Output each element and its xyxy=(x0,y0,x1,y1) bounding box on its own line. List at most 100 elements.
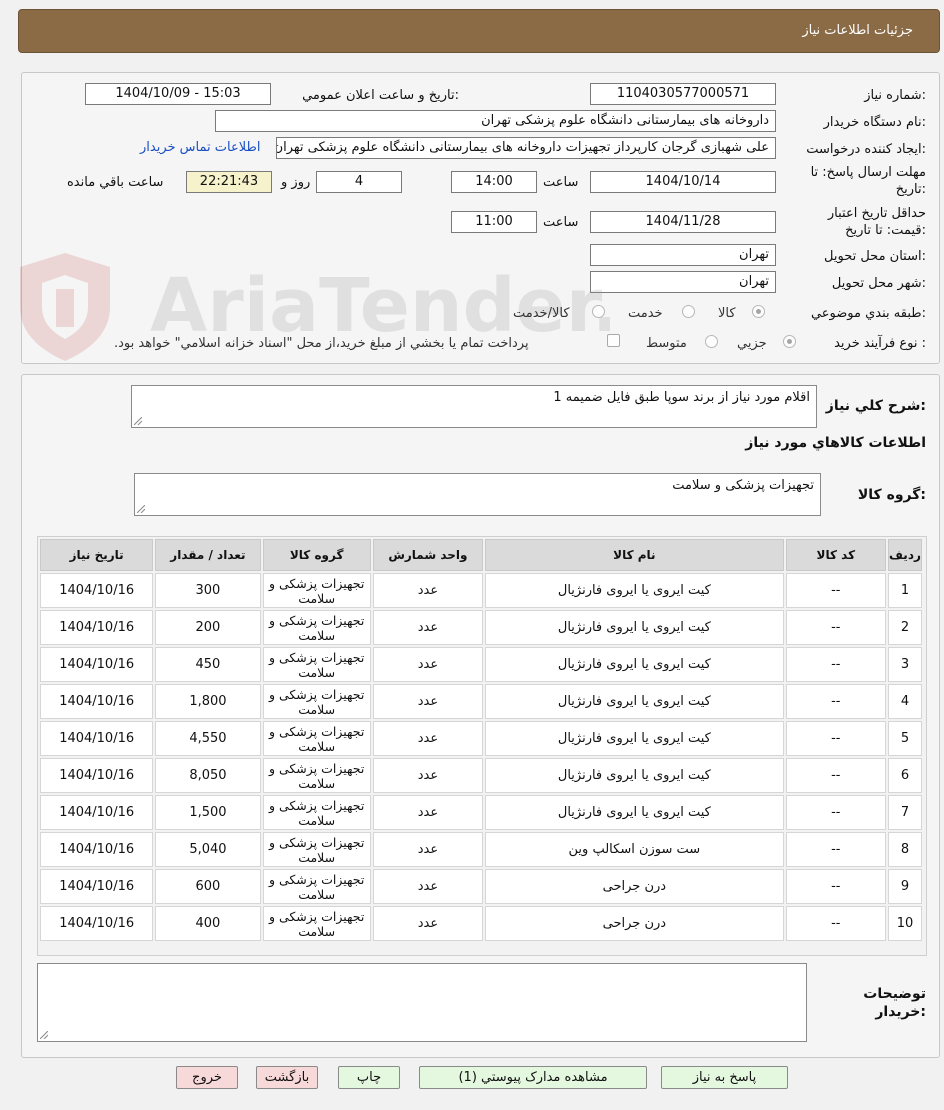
item-code-cell: -- xyxy=(785,758,886,793)
row-number-cell: 6 xyxy=(887,758,922,793)
item-code-cell: -- xyxy=(785,647,886,682)
goods-group-label: گروه کالا: xyxy=(857,487,926,503)
description-textarea[interactable]: اقلام مورد نیاز از برند سوپا طبق فایل ضم… xyxy=(131,385,817,428)
item-code-cell: -- xyxy=(785,906,886,941)
quantity-cell: 400 xyxy=(155,906,261,941)
deadline-label-2: تاريخ: xyxy=(895,182,926,197)
buyer-notes-textarea[interactable] xyxy=(37,963,807,1042)
item-group-cell: تجهيزات پزشکی و سلامت xyxy=(262,684,371,719)
item-name-cell: کیت ایروی یا ایروی فارنژیال xyxy=(485,610,784,645)
table-row[interactable]: 9 -- درن جراحی عدد تجهيزات پزشکی و سلامت 600 1… xyxy=(40,869,922,904)
table-row[interactable]: 4 -- کیت ایروی یا ایروی فارنژیال عدد تجهيزات… xyxy=(40,684,922,719)
city-field[interactable]: تهران xyxy=(590,271,776,293)
quantity-cell: 8,050 xyxy=(155,758,261,793)
item-code-cell: -- xyxy=(785,573,886,608)
item-name-cell: کیت ایروی یا ایروی فارنژیال xyxy=(485,758,784,793)
validity-time-field[interactable]: 11:00 xyxy=(451,211,537,233)
need-date-cell: 1404/10/16 xyxy=(40,869,154,904)
process-small-radio[interactable] xyxy=(783,335,796,348)
reply-button[interactable]: پاسخ به نياز xyxy=(661,1066,788,1089)
need-date-cell: 1404/10/16 xyxy=(40,721,154,756)
item-name-cell: ست سوزن اسکالپ وین xyxy=(485,832,784,867)
process-label: نوع فرآيند خريد : xyxy=(834,336,926,351)
resize-grip-icon[interactable] xyxy=(40,1031,48,1039)
table-row[interactable]: 7 -- کیت ایروی یا ایروی فارنژیال عدد تجهيزات… xyxy=(40,795,922,830)
need-number-field[interactable]: 1104030577000571 xyxy=(590,83,776,105)
description-label: شرح کلي نياز: xyxy=(825,398,926,414)
item-code-cell: -- xyxy=(785,832,886,867)
validity-time-label: ساعت xyxy=(543,215,579,230)
need-date-cell: 1404/10/16 xyxy=(40,647,154,682)
item-name-cell: کیت ایروی یا ایروی فارنژیال xyxy=(485,684,784,719)
item-code-cell: -- xyxy=(785,869,886,904)
item-code-cell: -- xyxy=(785,795,886,830)
need-number-label: شماره نياز: xyxy=(864,88,926,103)
items-table: رديف کد کالا نام کالا واحد شمارش گروه کالا تع… xyxy=(38,537,924,943)
item-name-cell: درن جراحی xyxy=(485,906,784,941)
quantity-cell: 1,800 xyxy=(155,684,261,719)
item-code-cell: -- xyxy=(785,684,886,719)
exit-button[interactable]: خروج xyxy=(176,1066,238,1089)
category-goods-label: کالا xyxy=(718,306,736,321)
item-group-cell: تجهيزات پزشکی و سلامت xyxy=(262,610,371,645)
item-group-cell: تجهيزات پزشکی و سلامت xyxy=(262,832,371,867)
unit-cell: عدد xyxy=(372,795,484,830)
process-medium-radio[interactable] xyxy=(705,335,718,348)
announce-label: تاريخ و ساعت اعلان عمومي: xyxy=(302,88,459,103)
unit-cell: عدد xyxy=(372,610,484,645)
buyer-notes-label: توضيحات xyxy=(863,986,926,1002)
province-field[interactable]: تهران xyxy=(590,244,776,266)
row-number-cell: 4 xyxy=(887,684,922,719)
row-number-cell: 10 xyxy=(887,906,922,941)
validity-label-2: قيمت: تا تاريخ: xyxy=(845,223,926,238)
announce-field[interactable]: 1404/10/09 - 15:03 xyxy=(85,83,271,105)
item-name-cell: کیت ایروی یا ایروی فارنژیال xyxy=(485,647,784,682)
city-label: شهر محل تحويل: xyxy=(831,276,926,291)
table-row[interactable]: 5 -- کیت ایروی یا ایروی فارنژیال عدد تجهيزات… xyxy=(40,721,922,756)
buyer-contact-link[interactable]: اطلاعات تماس خريدار xyxy=(140,140,260,155)
province-label: استان محل تحويل: xyxy=(824,249,926,264)
resize-grip-icon[interactable] xyxy=(137,505,145,513)
unit-cell: عدد xyxy=(372,721,484,756)
quantity-cell: 200 xyxy=(155,610,261,645)
item-group-cell: تجهيزات پزشکی و سلامت xyxy=(262,721,371,756)
need-date-cell: 1404/10/16 xyxy=(40,795,154,830)
buyer-org-field[interactable]: داروخانه های بیمارستانی دانشگاه علوم پزش… xyxy=(215,110,776,132)
quantity-cell: 1,500 xyxy=(155,795,261,830)
category-service-label: خدمت xyxy=(628,306,663,321)
back-button[interactable]: بازگشت xyxy=(256,1066,318,1089)
attachments-button[interactable]: مشاهده مدارک پيوستي (1) xyxy=(419,1066,647,1089)
deadline-date-field[interactable]: 1404/10/14 xyxy=(590,171,776,193)
category-service-radio[interactable] xyxy=(682,305,695,318)
col-unit-header: واحد شمارش xyxy=(372,539,484,571)
requester-field[interactable]: علی شهبازی گرجان کارپرداز تجهیزات داروخا… xyxy=(276,137,776,159)
deadline-time-field[interactable]: 14:00 xyxy=(451,171,537,193)
col-item-code-header: کد کالا xyxy=(785,539,886,571)
table-row[interactable]: 10 -- درن جراحی عدد تجهيزات پزشکی و سلامت 400… xyxy=(40,906,922,941)
item-group-cell: تجهيزات پزشکی و سلامت xyxy=(262,647,371,682)
print-button[interactable]: چاپ xyxy=(338,1066,400,1089)
goods-group-textarea[interactable]: تجهیزات پزشکی و سلامت xyxy=(134,473,821,516)
resize-grip-icon[interactable] xyxy=(134,417,142,425)
need-date-cell: 1404/10/16 xyxy=(40,906,154,941)
table-row[interactable]: 8 -- ست سوزن اسکالپ وین عدد تجهيزات پزشکی و … xyxy=(40,832,922,867)
unit-cell: عدد xyxy=(372,832,484,867)
category-goods-service-radio[interactable] xyxy=(592,305,605,318)
validity-date-field[interactable]: 1404/11/28 xyxy=(590,211,776,233)
table-row[interactable]: 3 -- کیت ایروی یا ایروی فارنژیال عدد تجهيزات… xyxy=(40,647,922,682)
items-table-wrapper: رديف کد کالا نام کالا واحد شمارش گروه کالا تع… xyxy=(37,536,927,956)
remaining-days-field[interactable]: 4 xyxy=(316,171,402,193)
item-group-cell: تجهيزات پزشکی و سلامت xyxy=(262,758,371,793)
treasury-checkbox[interactable] xyxy=(607,334,620,347)
buyer-org-label: نام دستگاه خريدار: xyxy=(823,115,926,130)
table-row[interactable]: 1 -- کیت ایروی یا ایروی فارنژیال عدد تجهيزات… xyxy=(40,573,922,608)
item-code-cell: -- xyxy=(785,721,886,756)
days-and-label: روز و xyxy=(281,175,311,190)
category-goods-radio[interactable] xyxy=(752,305,765,318)
quantity-cell: 300 xyxy=(155,573,261,608)
quantity-cell: 4,550 xyxy=(155,721,261,756)
table-row[interactable]: 6 -- کیت ایروی یا ایروی فارنژیال عدد تجهيزات… xyxy=(40,758,922,793)
quantity-cell: 5,040 xyxy=(155,832,261,867)
table-row[interactable]: 2 -- کیت ایروی یا ایروی فارنژیال عدد تجهيزات… xyxy=(40,610,922,645)
remaining-time-field: 22:21:43 xyxy=(186,171,272,193)
